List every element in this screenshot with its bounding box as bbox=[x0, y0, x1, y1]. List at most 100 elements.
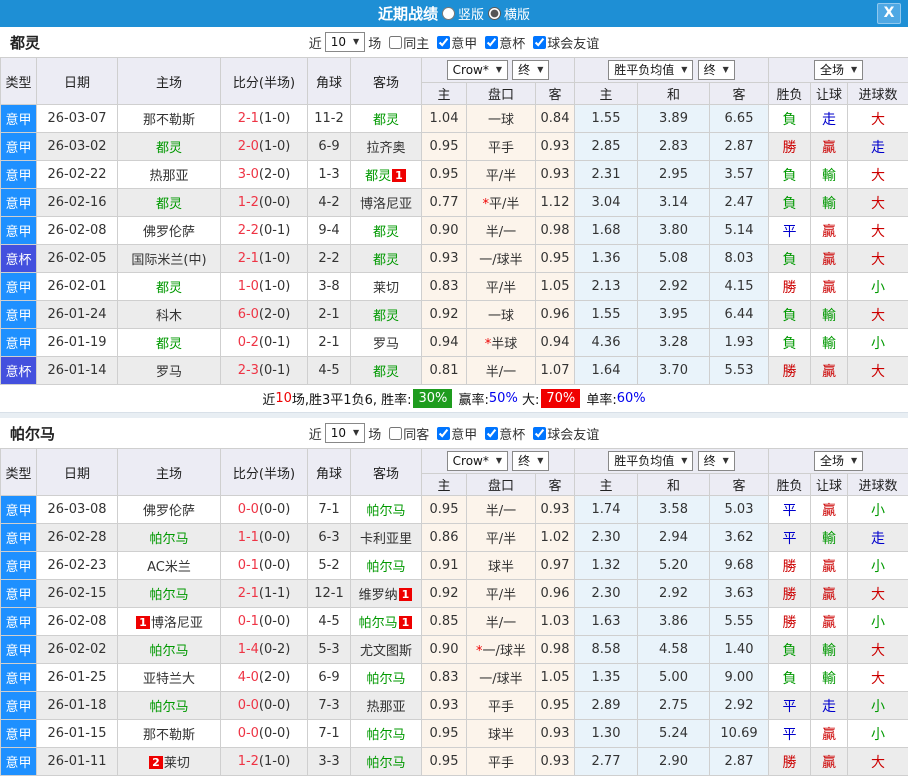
column-header: 比分(半场) bbox=[221, 58, 308, 105]
odds-home-cell: 0.95 bbox=[422, 161, 467, 189]
date-cell: 26-03-07 bbox=[37, 105, 118, 133]
odds-home-cell: 0.95 bbox=[422, 720, 467, 748]
avg-away-cell: 8.03 bbox=[710, 245, 769, 273]
league-checkbox-cup[interactable]: 意杯 bbox=[480, 33, 525, 52]
avg-type-select[interactable]: 胜平负均值▼ bbox=[608, 60, 693, 80]
close-icon[interactable]: X bbox=[877, 3, 901, 24]
team-label: 莱切 bbox=[373, 281, 399, 296]
halftime-score: (1-0) bbox=[259, 279, 290, 294]
league-badge: 意甲 bbox=[1, 524, 37, 552]
score-cell: 0-0(0-0) bbox=[221, 720, 308, 748]
league-checkbox-serie-a-input[interactable] bbox=[437, 36, 450, 49]
bookmaker-select[interactable]: Crow*▼ bbox=[447, 60, 508, 80]
result-cell: 負 bbox=[769, 329, 811, 357]
league-checkbox-serie-a-input[interactable] bbox=[437, 427, 450, 440]
scope-select-group: 全场▼ bbox=[769, 449, 908, 474]
column-header: 客场 bbox=[351, 449, 422, 496]
date-cell: 26-02-01 bbox=[37, 273, 118, 301]
odds-home-cell: 0.77 bbox=[422, 189, 467, 217]
league-checkbox-friendly-input[interactable] bbox=[533, 427, 546, 440]
layout-radio-vertical[interactable]: 竖版 bbox=[442, 4, 484, 23]
time-select[interactable]: 终▼ bbox=[698, 451, 735, 471]
goals-result-cell: 小 bbox=[848, 273, 908, 301]
league-checkbox-cup-input[interactable] bbox=[485, 427, 498, 440]
table-row: 意甲26-03-02都灵2-0(1-0)6-9拉齐奥0.95平手0.932.85… bbox=[1, 133, 908, 161]
layout-radio-horizontal-input[interactable] bbox=[488, 7, 501, 20]
avg-away-cell: 3.57 bbox=[710, 161, 769, 189]
scope-select[interactable]: 全场▼ bbox=[814, 451, 863, 471]
date-cell: 26-02-15 bbox=[37, 580, 118, 608]
time-select[interactable]: 终▼ bbox=[512, 60, 549, 80]
result-cell: 平 bbox=[769, 524, 811, 552]
league-checkbox-friendly-input[interactable] bbox=[533, 36, 546, 49]
corner-cell: 7-3 bbox=[308, 692, 351, 720]
same-venue-checkbox[interactable]: 同客 bbox=[384, 424, 429, 443]
away-team-cell: 都灵1 bbox=[351, 161, 422, 189]
avg-draw-cell: 2.95 bbox=[638, 161, 710, 189]
team-label: 都灵 bbox=[156, 141, 182, 156]
team-label: 博洛尼亚 bbox=[151, 616, 203, 631]
handicap-result-cell: 贏 bbox=[811, 496, 848, 524]
away-team-cell: 博洛尼亚 bbox=[351, 189, 422, 217]
home-team-cell: 佛罗伦萨 bbox=[118, 217, 221, 245]
scope-select[interactable]: 全场▼ bbox=[814, 60, 863, 80]
league-checkbox-cup[interactable]: 意杯 bbox=[480, 424, 525, 443]
fulltime-score: 4-0 bbox=[238, 670, 259, 685]
league-checkbox-serie-a[interactable]: 意甲 bbox=[432, 424, 477, 443]
avg-draw-cell: 5.08 bbox=[638, 245, 710, 273]
away-team-cell: 帕尔马1 bbox=[351, 608, 422, 636]
team-label: 热那亚 bbox=[149, 169, 188, 184]
halftime-score: (0-0) bbox=[259, 530, 290, 545]
handicap-label: 平手 bbox=[488, 141, 514, 156]
avg-draw-cell: 5.20 bbox=[638, 552, 710, 580]
fulltime-score: 1-2 bbox=[238, 195, 259, 210]
league-checkbox-cup-input[interactable] bbox=[485, 36, 498, 49]
same-venue-checkbox[interactable]: 同主 bbox=[384, 33, 429, 52]
away-team-cell: 帕尔马 bbox=[351, 748, 422, 776]
sub-column-header: 进球数 bbox=[848, 83, 908, 105]
corner-cell: 4-2 bbox=[308, 189, 351, 217]
score-cell: 1-0(1-0) bbox=[221, 273, 308, 301]
halftime-score: (1-1) bbox=[259, 586, 290, 601]
date-cell: 26-01-25 bbox=[37, 664, 118, 692]
bookmaker-select[interactable]: Crow*▼ bbox=[447, 451, 508, 471]
team-label: 都灵 bbox=[373, 253, 399, 268]
league-checkbox-friendly[interactable]: 球会友谊 bbox=[528, 33, 599, 52]
goals-result-cell: 小 bbox=[848, 692, 908, 720]
filter-prefix-label: 近 bbox=[309, 424, 322, 443]
avg-type-select[interactable]: 胜平负均值▼ bbox=[608, 451, 693, 471]
same-venue-checkbox-input[interactable] bbox=[389, 36, 402, 49]
result-cell: 平 bbox=[769, 692, 811, 720]
handicap-cell: 半/一 bbox=[467, 217, 536, 245]
time-select[interactable]: 终▼ bbox=[512, 451, 549, 471]
match-count-select[interactable]: 10▼ bbox=[325, 32, 365, 52]
league-checkbox-serie-a[interactable]: 意甲 bbox=[432, 33, 477, 52]
league-badge: 意甲 bbox=[1, 189, 37, 217]
same-venue-checkbox-input[interactable] bbox=[389, 427, 402, 440]
avg-away-cell: 1.93 bbox=[710, 329, 769, 357]
chevron-down-icon: ▼ bbox=[681, 62, 687, 78]
layout-radio-horizontal[interactable]: 横版 bbox=[488, 4, 530, 23]
handicap-label: 平手 bbox=[488, 756, 514, 771]
odds-away-cell: 0.93 bbox=[536, 133, 575, 161]
away-team-cell: 维罗纳1 bbox=[351, 580, 422, 608]
corner-cell: 3-3 bbox=[308, 748, 351, 776]
time-select[interactable]: 终▼ bbox=[698, 60, 735, 80]
handicap-label: 半/一 bbox=[486, 365, 516, 380]
odds-home-cell: 0.90 bbox=[422, 636, 467, 664]
corner-cell: 7-1 bbox=[308, 496, 351, 524]
layout-radio-vertical-input[interactable] bbox=[442, 7, 455, 20]
corner-cell: 6-9 bbox=[308, 664, 351, 692]
match-count-select[interactable]: 10▼ bbox=[325, 423, 365, 443]
table-row: 意甲26-01-19都灵0-2(0-1)2-1罗马0.94*半球0.944.36… bbox=[1, 329, 908, 357]
sub-column-header: 主 bbox=[422, 83, 467, 105]
away-team-cell: 都灵 bbox=[351, 217, 422, 245]
league-badge: 意甲 bbox=[1, 580, 37, 608]
handicap-result-cell: 贏 bbox=[811, 552, 848, 580]
score-cell: 1-1(0-0) bbox=[221, 524, 308, 552]
summary-part: 50% bbox=[489, 391, 518, 406]
odds-home-cell: 0.95 bbox=[422, 133, 467, 161]
sub-column-header: 和 bbox=[638, 83, 710, 105]
league-checkbox-friendly[interactable]: 球会友谊 bbox=[528, 424, 599, 443]
handicap-result-cell: 走 bbox=[811, 105, 848, 133]
